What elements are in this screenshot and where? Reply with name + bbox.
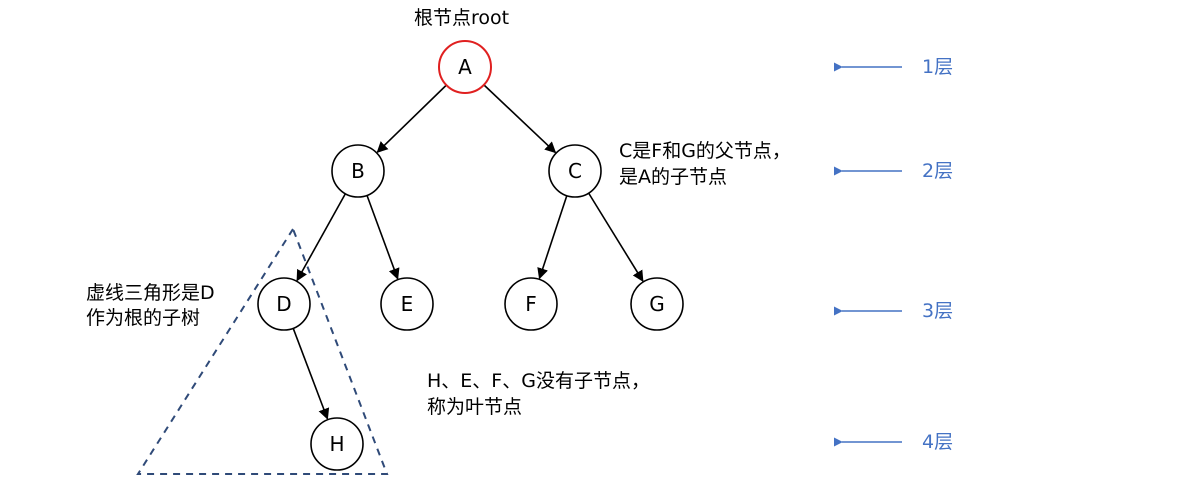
node-h: H (310, 417, 364, 471)
node-label-d: D (276, 292, 291, 316)
root-label: 根节点root (414, 7, 510, 29)
node-label-a: A (458, 55, 472, 79)
node-label-h: H (329, 432, 344, 456)
leaf-note-line-2: 称为叶节点 (427, 396, 523, 418)
node-c: C (548, 144, 602, 198)
subtree-note-line-1: 虚线三角形是D (86, 282, 215, 304)
node-label-f: F (525, 292, 537, 316)
parent-child-note-line-1: C是F和G的父节点， (619, 140, 791, 162)
edge-c-f (537, 195, 568, 280)
node-label-g: G (649, 292, 665, 316)
edge-a-b (376, 84, 447, 153)
subtree-note-line-2: 作为根的子树 (86, 307, 201, 329)
parent-child-note-line-2: 是A的子节点 (619, 166, 727, 188)
node-e: E (380, 277, 434, 331)
edge-c-g (587, 192, 644, 282)
node-a: A (438, 40, 492, 94)
node-b: B (331, 144, 385, 198)
leaf-note-line-1: H、E、F、G没有子节点， (427, 370, 650, 392)
node-label-c: C (568, 159, 582, 183)
edge-b-e (366, 195, 400, 280)
edge-a-c (483, 84, 557, 154)
node-d: D (257, 277, 311, 331)
level-label-2: 2层 (922, 160, 954, 182)
level-label-4: 4层 (922, 431, 954, 453)
node-f: F (504, 277, 558, 331)
tree-diagram: A B C D E F G H (136, 40, 902, 475)
node-label-e: E (401, 292, 414, 316)
node-label-b: B (351, 159, 365, 183)
level-label-3: 3层 (922, 300, 954, 322)
level-arrows (833, 62, 902, 447)
level-label-1: 1层 (922, 56, 954, 78)
edge-d-h (292, 328, 330, 420)
node-g: G (630, 277, 684, 331)
edge-b-d (296, 193, 347, 282)
